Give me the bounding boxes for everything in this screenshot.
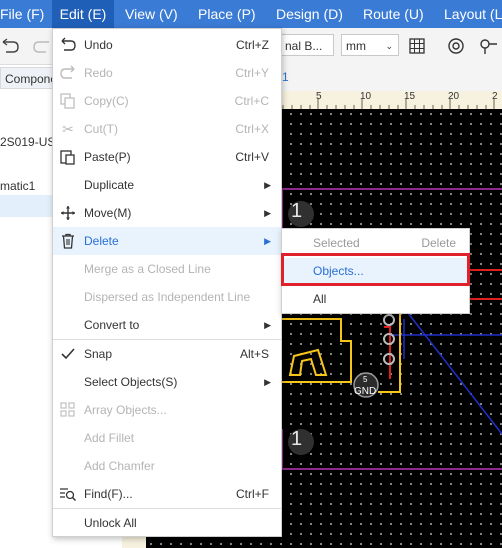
menu-item-merge-closed-line[interactable]: Merge as a Closed Line (53, 255, 281, 283)
ruler-tick-label: 10 (360, 91, 372, 102)
menu-place[interactable]: Place (P) (198, 0, 256, 28)
chevron-right-icon: ▶ (264, 377, 271, 387)
menu-item-find[interactable]: Find(F)... Ctrl+F (53, 480, 281, 508)
menu-item-label: Copy(C) (84, 94, 129, 108)
edit-menu: Undo Ctrl+Z Redo Ctrl+Y Copy(C) Ctrl+C ✂… (52, 28, 282, 537)
horizontal-ruler: 5 10 15 20 2 (272, 91, 502, 110)
menu-route[interactable]: Route (U) (363, 0, 424, 28)
menu-item-add-chamfer[interactable]: Add Chamfer (53, 452, 281, 480)
menu-item-label: Convert to (84, 318, 140, 332)
menu-item-add-fillet[interactable]: Add Fillet (53, 424, 281, 452)
left-panel: Compone 2S019-US matic1 (0, 65, 60, 548)
submenu-header-selected: Selected (313, 236, 360, 250)
menu-item-shortcut: Ctrl+C (234, 94, 269, 108)
menu-item-label: Array Objects... (84, 403, 167, 417)
gnd-label: GND (354, 386, 377, 397)
menu-item-label: Duplicate (84, 178, 135, 192)
menu-item-delete[interactable]: Delete ▶ (53, 227, 281, 255)
pin-tool-icon[interactable] (478, 37, 498, 57)
numeral-mark: 1 (291, 428, 303, 450)
menu-item-label: Redo (84, 66, 113, 80)
chevron-right-icon: ▶ (264, 180, 271, 190)
menu-bar: File (F) Edit (E) View (V) Place (P) Des… (0, 0, 502, 28)
unit-select-value: mm (346, 39, 366, 53)
submenu-item-all[interactable]: All (313, 292, 326, 306)
menu-item-label: Select Objects(S) (84, 375, 178, 389)
chevron-right-icon: ▶ (264, 320, 271, 330)
menu-item-label: Find(F)... (84, 487, 133, 501)
menu-item-shortcut: Ctrl+Y (235, 66, 269, 80)
menu-item-label: Delete (84, 234, 119, 248)
menu-edit[interactable]: Edit (E) (52, 0, 114, 28)
menu-item-snap[interactable]: Snap Alt+S (53, 340, 281, 368)
unit-select[interactable]: mm ⌄ (341, 34, 399, 56)
menu-view[interactable]: View (V) (125, 0, 178, 28)
menu-item-unlock-all[interactable]: Unlock All (53, 509, 281, 537)
trash-icon (59, 233, 77, 249)
target-icon[interactable] (447, 37, 467, 57)
grid-icon[interactable] (408, 37, 428, 57)
menu-item-redo[interactable]: Redo Ctrl+Y (53, 59, 281, 87)
menu-item-label: Unlock All (84, 516, 137, 530)
menu-item-shortcut: Ctrl+F (236, 487, 269, 501)
project-tree-item[interactable]: 2S019-US (0, 135, 55, 149)
menu-item-copy[interactable]: Copy(C) Ctrl+C (53, 87, 281, 115)
find-icon (59, 486, 77, 502)
menu-item-label: Add Fillet (84, 431, 135, 445)
menu-item-shortcut: Alt+S (239, 347, 269, 361)
ruler-tick-label: 15 (404, 91, 416, 102)
menu-item-shortcut: Ctrl+X (235, 122, 269, 136)
menu-item-label: Merge as a Closed Line (84, 262, 211, 276)
redo-icon[interactable] (32, 38, 52, 58)
menu-layout[interactable]: Layout (L (444, 0, 502, 28)
ruler-tick-label: 2 (492, 91, 498, 102)
menu-item-label: Paste(P) (84, 150, 131, 164)
components-tab[interactable]: Compone (0, 67, 60, 89)
undo-icon (59, 37, 77, 53)
array-icon (59, 402, 77, 418)
menu-item-label: Move(M) (84, 206, 132, 220)
ruler-tick-label: 5 (316, 91, 322, 102)
chevron-right-icon: ▶ (264, 236, 271, 246)
menu-item-label: Add Chamfer (84, 459, 155, 473)
document-tab[interactable]: 1 (282, 70, 289, 84)
menu-item-dispersed-independent-line[interactable]: Dispersed as Independent Line (53, 283, 281, 311)
menu-item-shortcut: Ctrl+Z (236, 38, 269, 52)
undo-icon[interactable] (0, 38, 20, 58)
menu-item-label: Dispersed as Independent Line (84, 290, 251, 304)
menu-item-move[interactable]: Move(M) ▶ (53, 199, 281, 227)
checkmark-icon (59, 346, 77, 362)
menu-item-duplicate[interactable]: Duplicate ▶ (53, 171, 281, 199)
chevron-right-icon: ▶ (264, 208, 271, 218)
paste-icon (59, 149, 77, 165)
menu-item-cut[interactable]: ✂ Cut(T) Ctrl+X (53, 115, 281, 143)
menu-item-undo[interactable]: Undo Ctrl+Z (53, 31, 281, 59)
submenu-header-delete: Delete (421, 236, 456, 250)
menu-item-label: Cut(T) (84, 122, 118, 136)
pad-number: 5 (363, 375, 368, 384)
menu-item-convert-to[interactable]: Convert to ▶ (53, 311, 281, 339)
scissors-icon: ✂ (62, 121, 74, 137)
menu-item-select-objects[interactable]: Select Objects(S) ▶ (53, 368, 281, 396)
menu-item-label: Undo (84, 38, 113, 52)
menu-item-shortcut: Ctrl+V (235, 150, 269, 164)
chevron-down-icon: ⌄ (385, 41, 393, 51)
menu-item-label: Snap (84, 347, 113, 361)
menu-item-paste[interactable]: Paste(P) Ctrl+V (53, 143, 281, 171)
numeral-mark: 1 (291, 200, 303, 222)
highlight-callout-box (281, 253, 470, 286)
copy-icon (59, 93, 77, 109)
menu-design[interactable]: Design (D) (276, 0, 343, 28)
layer-select[interactable]: nal B... (280, 34, 334, 56)
move-icon (59, 205, 77, 221)
schematic-tree-item[interactable]: matic1 (0, 179, 35, 193)
menu-file[interactable]: File (F) (0, 0, 44, 28)
ruler-tick-label: 20 (448, 91, 460, 102)
selected-tree-item[interactable] (0, 195, 52, 217)
redo-icon (59, 65, 77, 81)
document-tab-strip: 1 (272, 64, 502, 92)
menu-item-array-objects[interactable]: Array Objects... (53, 396, 281, 424)
